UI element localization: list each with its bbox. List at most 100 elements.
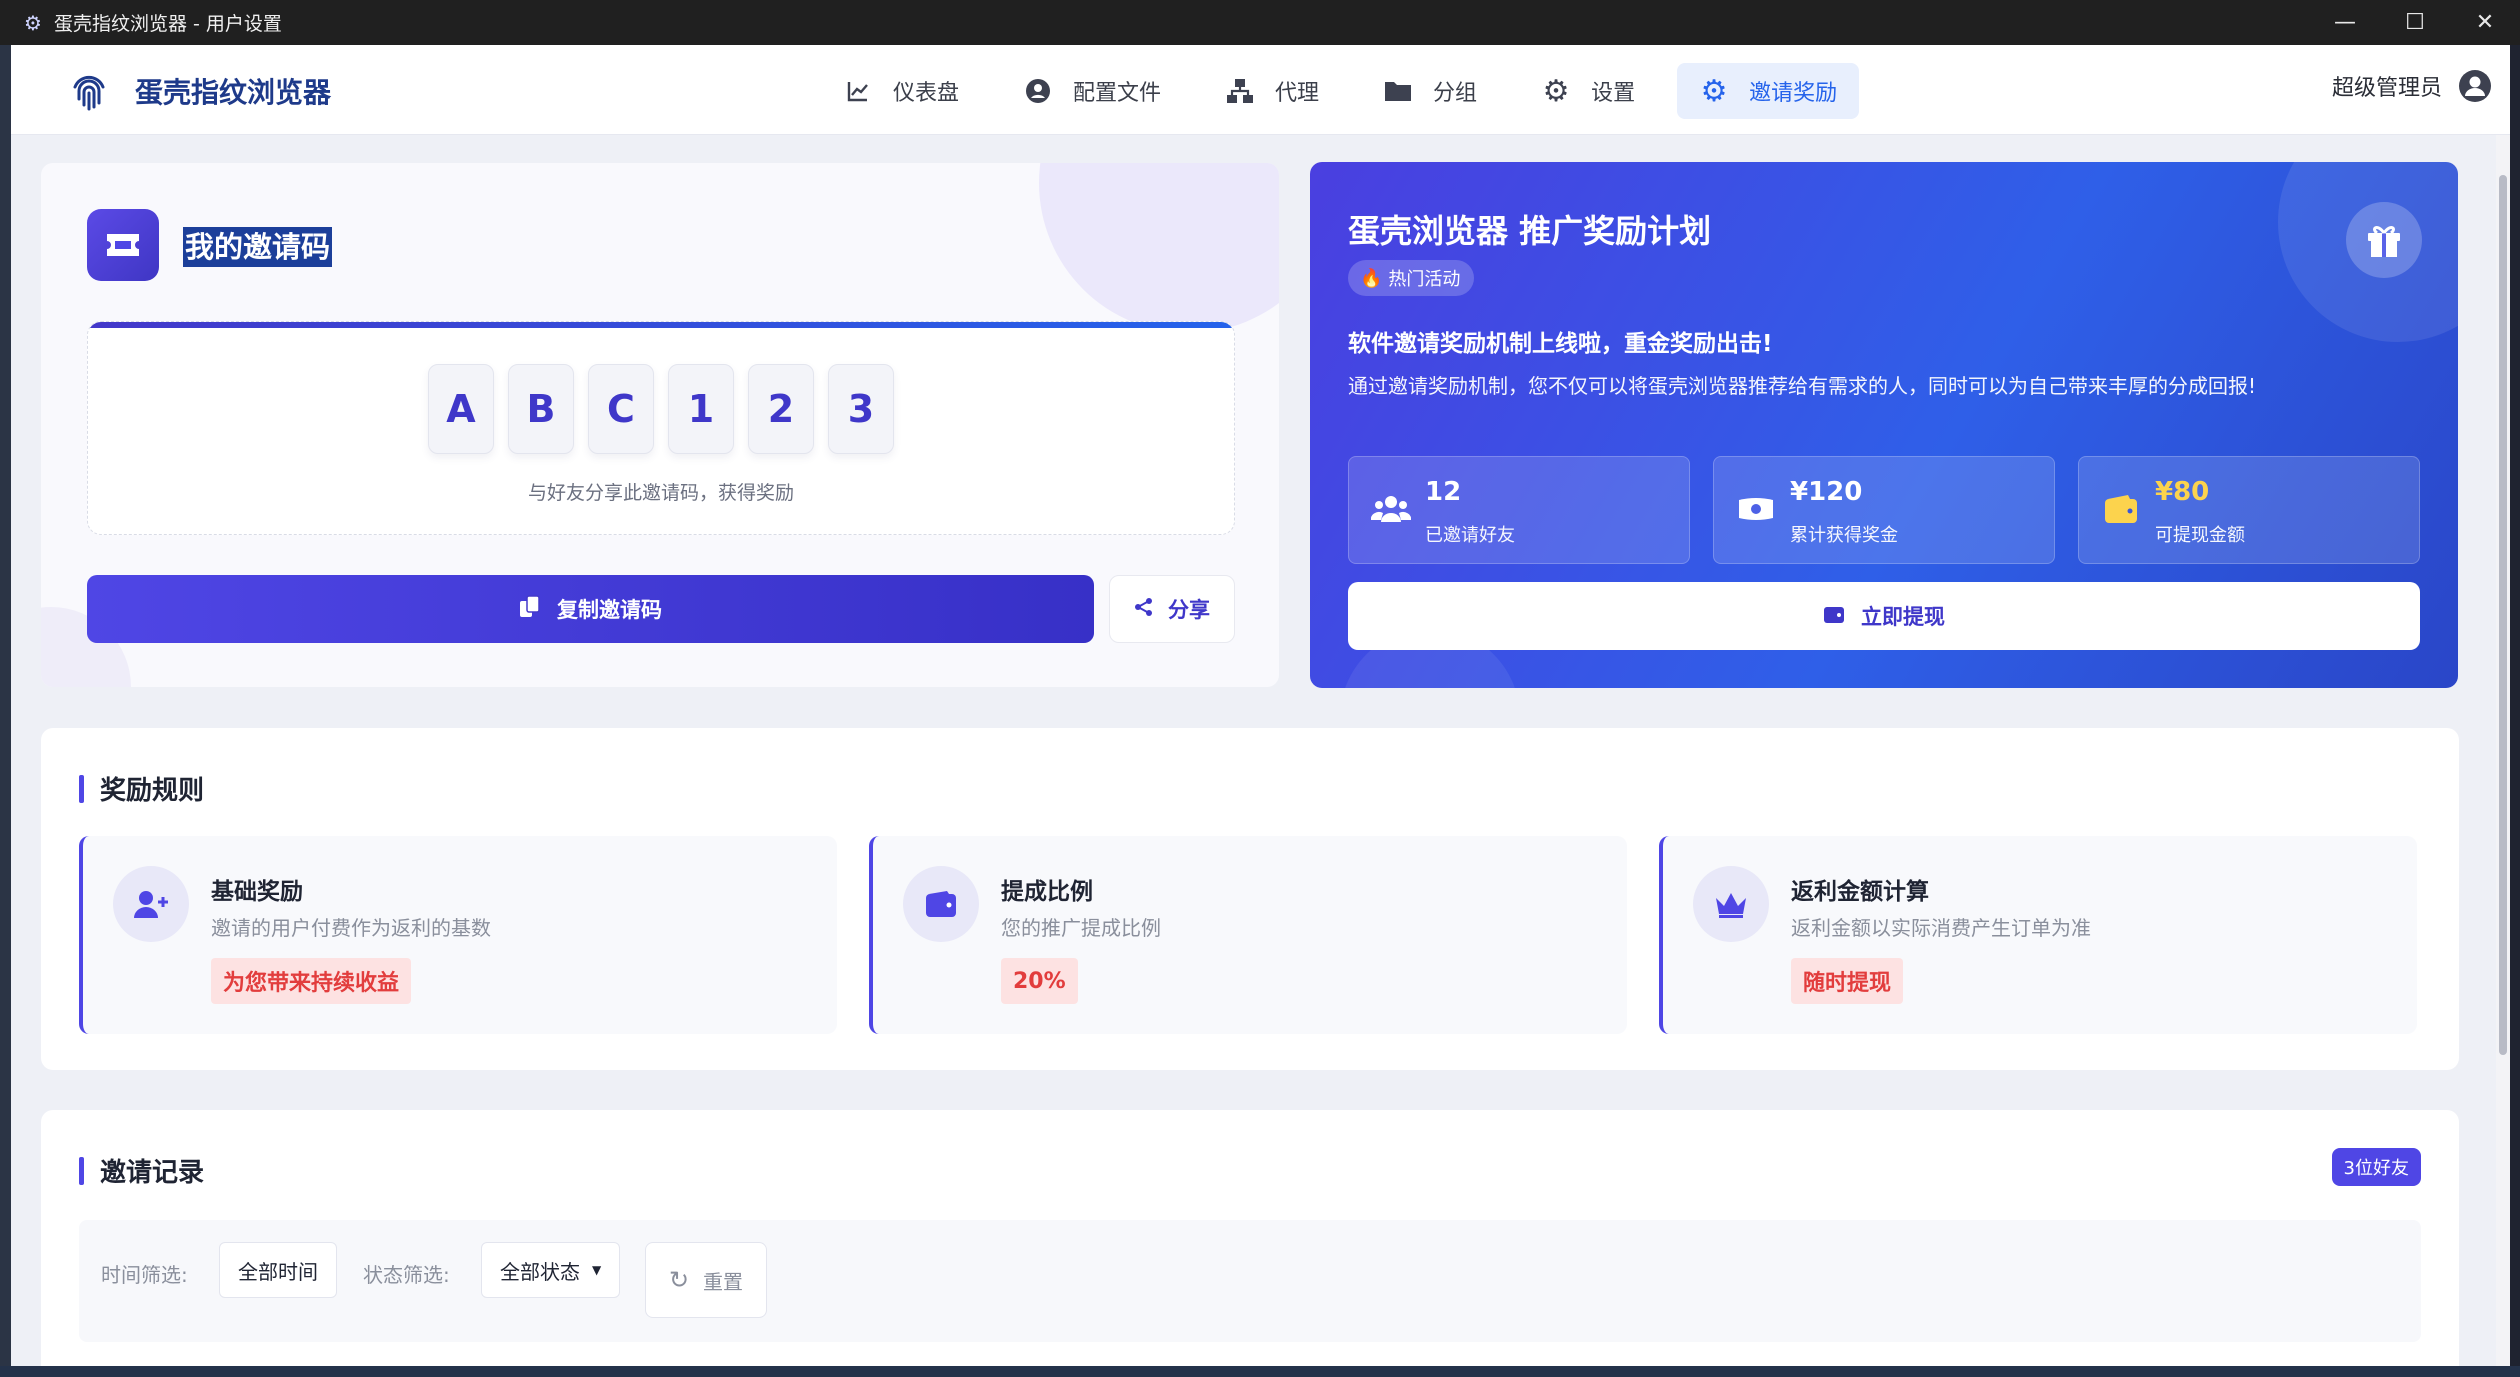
user-menu[interactable]: 超级管理员: [2332, 69, 2492, 103]
nav-item-label: 配置文件: [1073, 81, 1162, 106]
status-filter-select[interactable]: 全部状态 ▼: [481, 1242, 621, 1298]
promo-headline: 软件邀请奖励机制上线啦，重金奖励出击!: [1348, 331, 1773, 357]
fingerprint-icon: [73, 75, 105, 111]
nav-item-groups[interactable]: 分组: [1361, 63, 1499, 119]
stat-value: 12: [1425, 477, 1462, 507]
stats-row: 12 已邀请好友 ¥120 累计获得奖金 ¥80 可提现金额: [1348, 456, 2443, 564]
main-menu: 仪表盘 配置文件 代理 分组 ⚙ 设置 ⚙ 邀请奖励: [821, 63, 1879, 119]
app-window: 蛋壳指纹浏览器 仪表盘 配置文件 代理 分组 ⚙ 设置 ⚙ 邀请奖励 超级管理员…: [11, 45, 2510, 1366]
invite-code-chars: A B C 1 2 3: [428, 364, 908, 454]
withdraw-label: 立即提现: [1861, 605, 1945, 629]
nav-item-invite-rewards[interactable]: ⚙ 邀请奖励: [1677, 63, 1860, 119]
decor-circle: [1039, 163, 1279, 333]
top-navbar: 蛋壳指纹浏览器 仪表盘 配置文件 代理 分组 ⚙ 设置 ⚙ 邀请奖励 超级管理员: [11, 45, 2510, 135]
wallet-icon: [1823, 604, 1845, 629]
code-char: C: [588, 364, 654, 454]
nav-item-settings[interactable]: ⚙ 设置: [1519, 63, 1657, 119]
nav-item-label: 仪表盘: [893, 81, 960, 106]
rule-card-ratio: 提成比例 您的推广提成比例 20%: [869, 836, 1627, 1034]
promo-description: 通过邀请奖励机制，您不仅可以将蛋壳浏览器推荐给有需求的人，同时可以为自己带来丰厚…: [1348, 374, 2257, 398]
scrollbar-thumb[interactable]: [2499, 175, 2507, 1055]
time-filter-value: 全部时间: [238, 1259, 318, 1284]
money-icon: [1736, 489, 1776, 529]
users-icon: [1371, 489, 1411, 529]
status-filter-value: 全部状态: [500, 1259, 580, 1284]
share-label: 分享: [1168, 598, 1210, 622]
minimize-icon: —: [2334, 10, 2356, 35]
brand-name: 蛋壳指纹浏览器: [135, 76, 332, 109]
promo-card: 蛋壳浏览器 推广奖励计划 🔥 热门活动 软件邀请奖励机制上线啦，重金奖励出击! …: [1310, 162, 2458, 688]
rule-tag: 为您带来持续收益: [211, 958, 412, 1004]
code-char: 2: [748, 364, 814, 454]
avatar-icon: [2459, 70, 2491, 102]
refresh-icon: ↻: [668, 1266, 690, 1294]
folder-icon: [1383, 76, 1413, 106]
gear-icon: ⚙: [1700, 73, 1728, 109]
user-plus-icon: [113, 866, 189, 942]
crown-icon: [1693, 866, 1769, 942]
share-icon: [1134, 597, 1154, 622]
rules-title: 奖励规则: [100, 776, 205, 806]
window-titlebar: ⚙ 蛋壳指纹浏览器 - 用户设置 — ☐ ✕: [0, 0, 2520, 45]
invite-hint: 与好友分享此邀请码，获得奖励: [527, 482, 794, 504]
stat-label: 可提现金额: [2155, 525, 2245, 546]
invite-records-section: 邀请记录 3位好友 时间筛选: 全部时间 状态筛选: 全部状态 ▼ ↻ 重置: [41, 1110, 2459, 1366]
copy-label: 复制邀请码: [557, 598, 662, 622]
invite-code-box: A B C 1 2 3 与好友分享此邀请码，获得奖励: [87, 321, 1235, 535]
rule-title: 基础奖励: [211, 879, 303, 905]
code-char: B: [508, 364, 574, 454]
nav-item-dashboard[interactable]: 仪表盘: [821, 63, 981, 119]
withdraw-now-button[interactable]: 立即提现: [1348, 582, 2420, 650]
maximize-button[interactable]: ☐: [2380, 0, 2450, 45]
rule-desc: 返利金额以实际消费产生订单为准: [1791, 916, 2091, 940]
rule-title: 提成比例: [1001, 879, 1093, 905]
chevron-down-icon: ▼: [592, 1263, 602, 1277]
wallet-icon: [2101, 489, 2141, 529]
nav-item-profiles[interactable]: 配置文件: [1001, 63, 1183, 119]
ticket-icon: [87, 209, 159, 281]
rule-card-basic: 基础奖励 邀请的用户付费作为返利的基数 为您带来持续收益: [79, 836, 837, 1034]
wallet-icon: [903, 866, 979, 942]
app-icon: ⚙: [24, 10, 42, 35]
rule-card-calculation: 返利金额计算 返利金额以实际消费产生订单为准 随时提现: [1659, 836, 2417, 1034]
status-filter-label: 状态筛选:: [363, 1263, 450, 1287]
gear-icon: ⚙: [1542, 73, 1570, 109]
nav-item-proxy[interactable]: 代理: [1203, 63, 1341, 119]
copy-icon: [519, 594, 541, 624]
stat-label: 已邀请好友: [1425, 525, 1515, 546]
close-button[interactable]: ✕: [2450, 0, 2520, 45]
chart-line-icon: [843, 76, 873, 106]
section-title: 奖励规则: [79, 770, 204, 807]
rule-desc: 您的推广提成比例: [1001, 916, 1161, 940]
invite-code-card: 我的邀请码 A B C 1 2 3 与好友分享此邀请码，获得奖励 复制邀请码 分: [41, 163, 1279, 687]
accent-bar: [88, 322, 1234, 328]
stat-label: 累计获得奖金: [1790, 525, 1898, 546]
rule-title: 返利金额计算: [1791, 879, 1929, 905]
nav-item-label: 代理: [1275, 81, 1320, 106]
fire-icon: 🔥: [1360, 267, 1383, 289]
vertical-scrollbar[interactable]: [2496, 135, 2510, 1366]
friends-count-badge: 3位好友: [2331, 1148, 2421, 1186]
time-filter-select[interactable]: 全部时间: [219, 1242, 337, 1298]
code-char: 3: [828, 364, 894, 454]
share-button[interactable]: 分享: [1109, 575, 1235, 643]
stat-invited-friends: 12 已邀请好友: [1348, 456, 1690, 564]
copy-invite-code-button[interactable]: 复制邀请码: [87, 575, 1094, 643]
desktop-background-bottom: [0, 1366, 2520, 1377]
reset-label: 重置: [703, 1269, 744, 1294]
nav-item-label: 分组: [1433, 81, 1478, 106]
reward-rules-section: 奖励规则 基础奖励 邀请的用户付费作为返利的基数 为您带来持续收益 提成比例 您…: [41, 728, 2459, 1070]
title-marker: [79, 1156, 84, 1185]
rule-tag: 随时提现: [1791, 958, 1904, 1004]
code-char: A: [428, 364, 494, 454]
rule-tag: 20%: [1001, 958, 1078, 1004]
brand[interactable]: 蛋壳指纹浏览器: [67, 69, 331, 113]
nav-item-label: 邀请奖励: [1749, 81, 1838, 106]
username: 超级管理员: [2331, 76, 2442, 101]
reset-button[interactable]: ↻ 重置: [645, 1242, 767, 1318]
time-filter-label: 时间筛选:: [101, 1263, 188, 1287]
minimize-button[interactable]: —: [2310, 0, 2380, 45]
network-icon: [1225, 76, 1255, 106]
filter-bar: 时间筛选: 全部时间 状态筛选: 全部状态 ▼ ↻ 重置: [79, 1220, 2421, 1342]
stat-value: ¥80: [2155, 477, 2210, 507]
